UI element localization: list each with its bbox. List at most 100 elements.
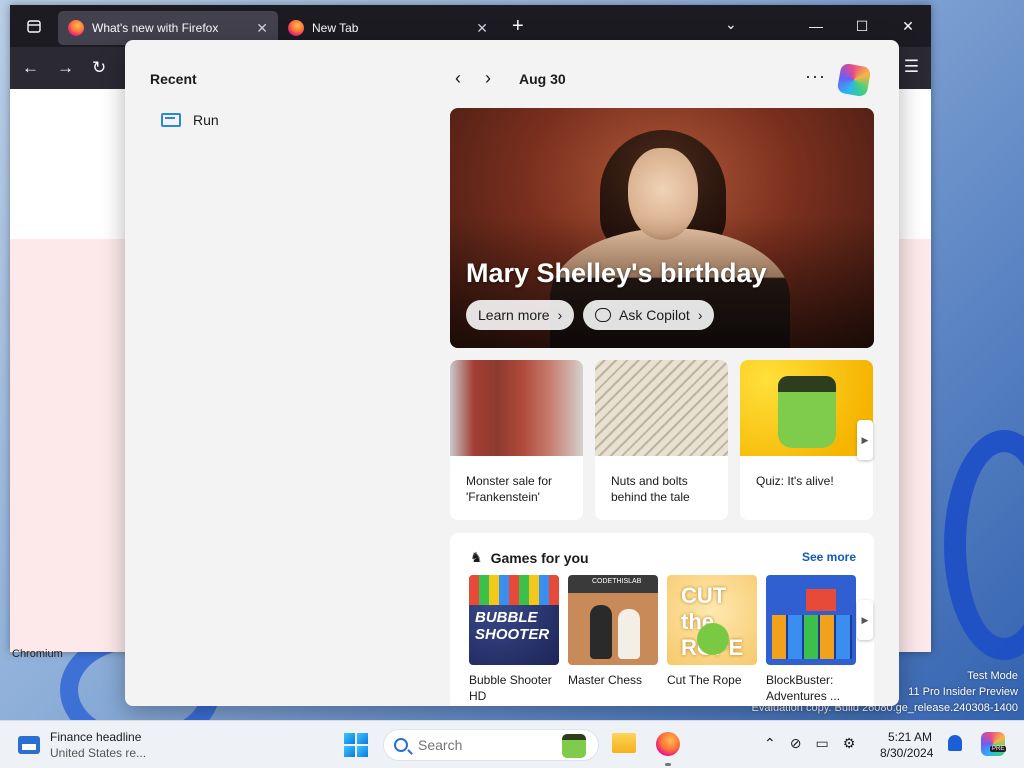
- widgets-panel: Recent Run ‹ › Aug 30 ··· Mary Shelley's…: [125, 40, 899, 706]
- widget-summary: Finance headline United States re...: [50, 729, 146, 761]
- tab-title: What's new with Firefox: [92, 21, 219, 35]
- learn-more-label: Learn more: [478, 307, 550, 323]
- minimize-icon[interactable]: —: [793, 18, 839, 34]
- white-king-icon: [618, 609, 640, 659]
- chevron-up-icon[interactable]: ⌃: [764, 735, 776, 752]
- chat-icon: [595, 308, 611, 322]
- clock[interactable]: 5:21 AM 8/30/2024: [880, 729, 934, 761]
- next-day-icon[interactable]: ›: [485, 68, 491, 89]
- clock-time: 5:21 AM: [887, 730, 932, 744]
- game-title: Master Chess: [568, 673, 643, 687]
- copilot-icon[interactable]: [836, 62, 872, 98]
- maximize-icon[interactable]: ☐: [839, 18, 885, 35]
- game-title: Cut The Rope: [667, 673, 742, 687]
- game-tile-blockbuster[interactable]: BlockBuster: Adventures ...: [766, 575, 856, 704]
- widgets-button[interactable]: Finance headline United States re...: [18, 729, 146, 761]
- games-header: ♞ Games for you: [470, 549, 589, 566]
- game-tile-bubble-shooter[interactable]: BUBBLE SHOOTER Bubble Shooter HD: [469, 575, 559, 704]
- search-highlight-icon: [562, 734, 586, 758]
- hero-card[interactable]: Mary Shelley's birthday Learn more › Ask…: [450, 108, 874, 348]
- firefox-icon: [68, 20, 84, 36]
- card-title: Quiz: It's alive!: [756, 474, 834, 488]
- finance-widget-icon: [18, 736, 40, 754]
- new-tab-button[interactable]: +: [512, 15, 524, 38]
- run-icon: [161, 113, 181, 127]
- games-widget: ♞ Games for you See more BUBBLE SHOOTER …: [450, 533, 874, 706]
- game-art: CODETHISLAB: [568, 575, 658, 665]
- black-king-icon: [590, 605, 612, 659]
- close-window-icon[interactable]: ✕: [885, 18, 931, 35]
- forward-icon[interactable]: →: [57, 58, 74, 78]
- frankenstein-image: [740, 360, 873, 456]
- feed-date: Aug 30: [519, 70, 566, 87]
- file-explorer-icon[interactable]: [612, 733, 636, 753]
- wallpaper-swirl: [944, 430, 1024, 660]
- running-indicator: [665, 763, 671, 766]
- game-tile-master-chess[interactable]: CODETHISLAB Master Chess: [568, 575, 658, 688]
- chess-pieces-icon: ♞: [470, 549, 483, 565]
- news-card[interactable]: Nuts and bolts behind the tale: [595, 360, 728, 520]
- chevron-right-icon: ›: [697, 307, 703, 323]
- network-icon[interactable]: ⊘: [790, 735, 802, 752]
- cards-next-button[interactable]: ▶: [857, 420, 873, 460]
- close-tab-icon[interactable]: ✕: [476, 20, 488, 37]
- reload-icon[interactable]: ↻: [92, 58, 106, 78]
- previous-day-icon[interactable]: ‹: [455, 68, 461, 89]
- menu-icon[interactable]: ☰: [904, 57, 919, 77]
- om-nom-icon: [697, 623, 729, 655]
- back-icon[interactable]: ←: [22, 58, 39, 78]
- desktop-icon-label[interactable]: Chromium: [12, 648, 63, 660]
- taskbar-search[interactable]: [383, 729, 599, 761]
- firefox-icon: [288, 20, 304, 36]
- recent-title: Recent: [150, 71, 197, 87]
- books-image: [450, 360, 583, 456]
- game-title: Bubble Shooter HD: [469, 673, 552, 703]
- hero-title: Mary Shelley's birthday: [466, 258, 767, 288]
- ask-copilot-button[interactable]: Ask Copilot ›: [583, 300, 715, 330]
- frankenstein-face-icon: [778, 376, 836, 448]
- list-all-tabs-button[interactable]: [10, 5, 58, 47]
- news-cards: Monster sale for 'Frankenstein' Nuts and…: [450, 360, 873, 520]
- block-grid-icon: [772, 615, 852, 659]
- more-options-icon[interactable]: ···: [805, 66, 826, 87]
- chevron-right-icon: ›: [557, 307, 563, 323]
- preview-badge: PRE: [990, 746, 1007, 752]
- feed-date-bar: ‹ › Aug 30: [455, 68, 566, 89]
- notification-bell-icon[interactable]: [948, 735, 962, 751]
- close-tab-icon[interactable]: ✕: [256, 20, 268, 37]
- games-next-button[interactable]: ▶: [857, 600, 873, 640]
- see-more-link[interactable]: See more: [802, 550, 856, 564]
- display-icon[interactable]: ▭: [815, 735, 828, 752]
- learn-more-button[interactable]: Learn more ›: [466, 300, 575, 330]
- tab-title: New Tab: [312, 21, 359, 35]
- game-title: BlockBuster: Adventures ...: [766, 673, 841, 703]
- clock-date: 8/30/2024: [880, 746, 934, 760]
- game-art-text: BUBBLE SHOOTER: [475, 609, 550, 643]
- games-title: Games for you: [490, 549, 589, 566]
- recent-item-run[interactable]: Run: [161, 112, 219, 128]
- ask-copilot-label: Ask Copilot: [619, 307, 690, 323]
- game-art: CUT the ROPE: [667, 575, 757, 665]
- news-card[interactable]: Quiz: It's alive!: [740, 360, 873, 520]
- sketch-image: [595, 360, 728, 456]
- firefox-taskbar-icon[interactable]: [656, 732, 680, 756]
- game-tile-cut-the-rope[interactable]: CUT the ROPE Cut The Rope: [667, 575, 757, 688]
- taskbar: Finance headline United States re... ⌃ ⊘…: [0, 720, 1024, 768]
- watermark-line1: Test Mode: [967, 670, 1018, 682]
- chevron-down-icon[interactable]: ⌄: [725, 16, 737, 33]
- search-input[interactable]: [418, 737, 538, 753]
- settings-sync-icon[interactable]: ⚙: [843, 735, 856, 752]
- card-title: Nuts and bolts behind the tale: [611, 474, 690, 504]
- card-title: Monster sale for 'Frankenstein': [466, 474, 553, 504]
- news-card[interactable]: Monster sale for 'Frankenstein': [450, 360, 583, 520]
- widget-title: Finance headline: [50, 730, 142, 744]
- widget-subtitle: United States re...: [50, 746, 147, 760]
- watermark-line2: 11 Pro Insider Preview: [908, 686, 1018, 698]
- start-button[interactable]: [344, 733, 368, 757]
- block-tiles-icon: [806, 589, 836, 611]
- search-icon: [394, 738, 408, 752]
- copilot-taskbar-icon[interactable]: [981, 732, 1005, 756]
- tab-list-icon: [27, 20, 41, 33]
- game-art: [766, 575, 856, 665]
- system-tray: ⌃ ⊘ ▭ ⚙: [764, 735, 855, 752]
